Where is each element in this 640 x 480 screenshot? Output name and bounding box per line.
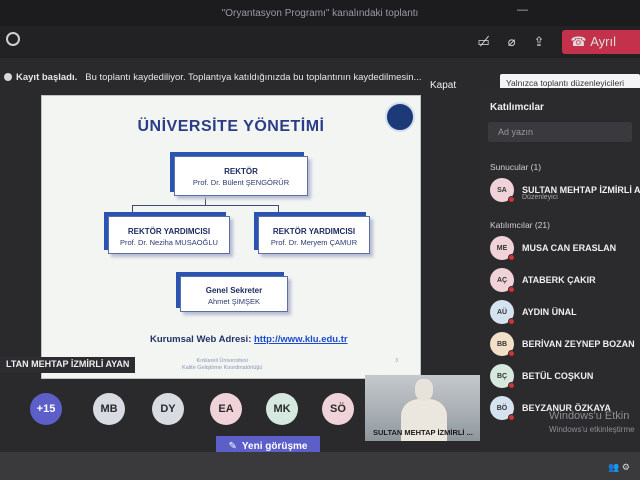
attendee-row[interactable]: ME MUSA CAN ERASLAN (490, 236, 640, 261)
rector-role: REKTÖR (224, 167, 258, 176)
share-icon[interactable]: ⇪ (534, 34, 545, 50)
vice-rector-1-role: REKTÖR YARDIMCISI (127, 227, 211, 236)
university-logo (385, 102, 415, 132)
participants-panel: Katılımcılar Ad yazın Sunucular (1) SA S… (480, 88, 640, 452)
participant-search-input[interactable]: Ad yazın (488, 122, 632, 142)
recording-status: Kayıt başladı. (16, 71, 78, 83)
slide-title: ÜNİVERSİTE YÖNETİMİ (137, 118, 325, 135)
more-participants-avatar[interactable]: +15 (30, 393, 62, 425)
minimize-icon[interactable]: — (517, 4, 528, 16)
status-dot-icon (508, 414, 515, 421)
avatar-initials: +15 (36, 403, 56, 415)
watermark-line1: Windows'u Etkin (549, 410, 630, 422)
shared-slide: ÜNİVERSİTE YÖNETİMİ REKTÖR Prof. Dr. Bül… (42, 96, 420, 378)
video-person-head (415, 379, 433, 401)
window-title: "Oryantasyon Programı" kanalındaki topla… (221, 7, 419, 19)
attendee-row[interactable]: BB BERİVAN ZEYNEP BOZAN (490, 332, 640, 357)
participant-avatar[interactable]: MB (93, 393, 125, 425)
web-address-link[interactable]: http://www.klu.edu.tr (254, 334, 348, 345)
vice-rector-box-2: REKTÖR YARDIMCISI Prof. Dr. Meryem ÇAMUR (258, 216, 370, 254)
status-dot-icon (508, 382, 515, 389)
secretary-name: Ahmet ŞİMŞEK (207, 297, 261, 306)
edit-icon: ✎ (228, 440, 237, 452)
meeting-status-icon (6, 32, 20, 46)
participant-avatar[interactable]: DY (152, 393, 184, 425)
attendee-avatar: BÇ (490, 364, 515, 389)
leave-button[interactable]: ☎ Ayrıl (562, 30, 640, 54)
meeting-toolbar: ▭̸ ⌀ ⇪ ☎ Ayrıl (0, 26, 640, 58)
web-address-label: Kurumsal Web Adresi: (150, 334, 252, 345)
vice-rector-2-role: REKTÖR YARDIMCISI (272, 227, 356, 236)
avatar-initials: BÖ (496, 404, 508, 412)
attendee-avatar: AÇ (490, 268, 515, 293)
avatar-initials: MK (273, 403, 291, 415)
attendee-avatar: BB (490, 332, 515, 357)
close-banner-button[interactable]: Kapat (430, 80, 456, 91)
presenter-name-label: LTAN MEHTAP İZMİRLİ AYAN (0, 357, 136, 373)
watermark-line2: Windows'u etkinleştirme (549, 425, 635, 434)
attendee-avatar: BÖ (490, 396, 515, 421)
web-address: Kurumsal Web Adresi: http://www.klu.edu.… (150, 334, 348, 345)
vice-rector-box-1: REKTÖR YARDIMCISI Prof. Dr. Neziha MUSAO… (108, 216, 230, 254)
avatar-initials: DY (160, 403, 176, 415)
presenter-row[interactable]: SA SULTAN MEHTAP İZMİRLİ A... (490, 178, 640, 203)
general-secretary-box: Genel Sekreter Ahmet ŞİMŞEK (180, 276, 288, 312)
avatar-initials: ME (496, 244, 508, 252)
avatar-initials: BÇ (496, 372, 508, 380)
slide-footer-line2: Kalite Geliştirme Koordinatörlüğü (182, 365, 263, 371)
record-icon (4, 73, 12, 81)
status-dot-icon (508, 254, 515, 261)
attendees-section-label: Katılımcılar (21) (490, 220, 550, 230)
avatar-initials: SÖ (330, 403, 346, 415)
vice-rector-2-name: Prof. Dr. Meryem ÇAMUR (270, 238, 358, 247)
status-bar: 👥 ⚙ (0, 452, 640, 480)
panel-title: Katılımcılar (490, 102, 544, 113)
participant-avatar[interactable]: EA (210, 393, 242, 425)
attendee-name: MUSA CAN ERASLAN (522, 243, 617, 253)
attendee-row[interactable]: AÜ AYDIN ÜNAL (490, 300, 640, 325)
leave-label: Ayrıl (590, 34, 616, 49)
avatar-initials: EA (218, 403, 234, 415)
attendee-row[interactable]: AÇ ATABERK ÇAKIR (490, 268, 640, 293)
people-icon[interactable]: 👥 ⚙ (608, 462, 630, 473)
recording-banner: Kayıt başladı. Bu toplantı kaydediliyor.… (0, 66, 470, 88)
attendee-name: BERİVAN ZEYNEP BOZAN (522, 339, 635, 349)
slide-page-number: 3 (395, 358, 398, 364)
new-meeting-label: Yeni görüşme (241, 440, 308, 452)
presenter-role: Düzenleyici (522, 194, 558, 201)
vice-rector-1-name: Prof. Dr. Neziha MUSAOĞLU (120, 238, 218, 247)
mic-off-icon[interactable]: ⌀ (508, 34, 516, 50)
status-dot-icon (508, 350, 515, 357)
status-dot-icon (508, 318, 515, 325)
camera-off-icon[interactable]: ▭̸ (477, 34, 489, 50)
attendee-row[interactable]: BÇ BETÜL COŞKUN (490, 364, 640, 389)
rector-box: REKTÖR Prof. Dr. Bülent ŞENGÖRÜR (174, 156, 308, 196)
slide-footer: Kırklareli Üniversitesi Kalite Geliştirm… (182, 358, 262, 372)
attendee-avatar: AÜ (490, 300, 515, 325)
rector-name: Prof. Dr. Bülent ŞENGÖRÜR (192, 178, 290, 187)
avatar-initials: AÇ (496, 276, 508, 284)
presenter-avatar: SA (490, 178, 515, 203)
status-dot-icon (508, 286, 515, 293)
video-participant-name: SULTAN MEHTAP İZMİRLİ ... (373, 428, 473, 437)
avatar-initials: AÜ (496, 308, 508, 316)
participant-avatar[interactable]: SÖ (322, 393, 354, 425)
avatar-initials: SA (497, 186, 507, 194)
attendee-avatar: ME (490, 236, 515, 261)
avatar-initials: BB (496, 340, 508, 348)
slide-footer-line1: Kırklareli Üniversitesi (196, 358, 248, 364)
secretary-role: Genel Sekreter (205, 286, 263, 295)
attendee-name: AYDIN ÜNAL (522, 307, 577, 317)
status-dot-icon (508, 196, 515, 203)
avatar-initials: MB (100, 403, 118, 415)
presenters-section-label: Sunucular (1) (490, 162, 542, 172)
presenter-video-tile[interactable]: SULTAN MEHTAP İZMİRLİ ... (365, 375, 480, 441)
window-titlebar: "Oryantasyon Programı" kanalındaki topla… (0, 0, 640, 26)
recording-message: Bu toplantı kaydediliyor. Toplantıya kat… (85, 71, 422, 83)
connector-line (132, 205, 278, 206)
participant-avatar[interactable]: MK (266, 393, 298, 425)
attendee-name: ATABERK ÇAKIR (522, 275, 596, 285)
windows-activation-watermark: Windows'u Etkin Windows'u etkinleştirme (549, 410, 635, 436)
attendee-name: BETÜL COŞKUN (522, 371, 594, 381)
